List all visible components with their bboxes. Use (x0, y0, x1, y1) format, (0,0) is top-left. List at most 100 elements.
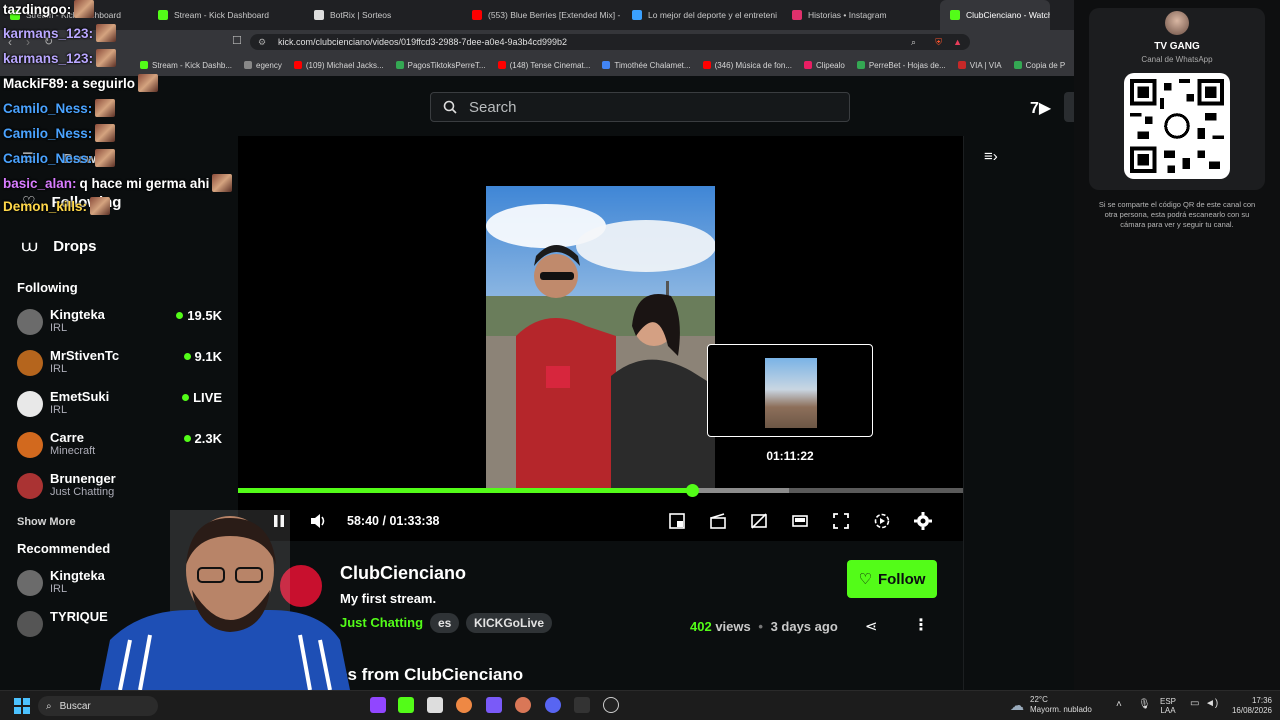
seek-preview (707, 344, 873, 437)
bookmark-item[interactable]: PagosTiktoksPerreT... (395, 60, 486, 70)
channel-category: IRL (50, 404, 68, 416)
browse-icon: ☰ (22, 150, 34, 165)
share-icon[interactable]: ⋖ (865, 617, 878, 635)
bookmark-item[interactable]: (148) Tense Cinemat... (497, 61, 590, 70)
reload-icon[interactable]: ↻ (44, 35, 53, 48)
miniplayer-button[interactable] (666, 510, 688, 532)
channel-avatar (17, 570, 43, 596)
language-indicator[interactable]: ESP LAA (1160, 697, 1176, 715)
views-label: views (715, 619, 751, 634)
clip-button[interactable] (707, 510, 729, 532)
weather-widget[interactable]: ☁ 22°C Mayorm. nublado (1010, 695, 1092, 715)
bookmark-item[interactable]: Clipealo (803, 61, 845, 70)
bookmarks-bar: Stream - Kick Dashb... egency (109) Michae… (0, 54, 1074, 76)
sidebar-channel[interactable]: MrStivenTc IRL 9.1K (0, 343, 238, 384)
channel-avatar (17, 473, 43, 499)
back-icon[interactable]: ‹ (8, 35, 12, 49)
views-count: 402 (690, 619, 712, 634)
taskbar-app-obs[interactable] (603, 697, 619, 713)
url-input[interactable]: ⚙ kick.com/clubcienciano/videos/019ffcd3… (250, 34, 970, 50)
channel-avatar (17, 432, 43, 458)
network-icon[interactable]: ▭ (1190, 698, 1199, 709)
volume-tray-icon[interactable]: ◄) (1205, 698, 1218, 709)
screen: Stream - Kick Dashboard Stream - Kick Das… (0, 0, 1280, 720)
search-input[interactable]: Search (430, 92, 850, 122)
browser-tab[interactable]: BotRix | Sorteos (304, 0, 462, 30)
taskbar-app-editor[interactable] (486, 697, 502, 713)
brave-shield-icon[interactable]: ⛨ (935, 34, 942, 50)
browser-tab[interactable]: Stream - Kick Dashboard (0, 0, 148, 30)
taskbar-app-kick[interactable] (398, 697, 414, 713)
theater-off-icon (751, 513, 767, 529)
tray-chevron-icon[interactable]: ˄ (1116, 699, 1122, 710)
bookmark-item[interactable]: Copia de P (1013, 61, 1065, 70)
microphone-icon[interactable]: 🎙 (1138, 699, 1151, 710)
nav-drops[interactable]: ⩊ Drops (0, 224, 238, 268)
tab-favicon-icon (158, 10, 168, 20)
video-frame[interactable] (486, 186, 715, 490)
video-player[interactable]: 01:11:22 58:40 / 01:33:38 (238, 136, 963, 541)
bookmark-favicon-icon (244, 61, 253, 69)
bookmark-item[interactable]: (109) Michael Jacks... (293, 61, 384, 70)
settings-button[interactable] (912, 510, 934, 532)
whatsapp-channel-panel: TV GANG Canal de WhatsApp Si se comparte… (1074, 0, 1280, 690)
nav-following[interactable]: ♡ Following (0, 180, 238, 224)
bookmark-item[interactable]: egency (244, 61, 282, 70)
taskbar-app-chrome[interactable] (456, 697, 472, 713)
taskbar-app-discord[interactable] (545, 697, 561, 713)
browser-tab[interactable]: Lo mejor del deporte y el entreteni (622, 0, 782, 30)
rewards-icon[interactable]: ▲ (953, 34, 962, 50)
expand-chat-icon[interactable]: ≡› (984, 148, 998, 165)
browser-tab[interactable]: (553) Blue Berries [Extended Mix] - (462, 0, 622, 30)
taskbar-app-twitch[interactable] (370, 697, 386, 713)
user-menu-button[interactable] (1064, 92, 1074, 122)
seek-bar-handle[interactable] (685, 484, 699, 497)
playback-speed-button[interactable] (871, 510, 893, 532)
bookmark-label: PagosTiktoksPerreT... (407, 60, 486, 70)
fullscreen-button[interactable] (830, 510, 852, 532)
seek-bar[interactable] (238, 484, 963, 497)
bookmark-item[interactable]: PerreBet - Hojas de... (856, 61, 946, 70)
channel-avatar (17, 309, 43, 335)
bookmark-favicon-icon (395, 61, 404, 69)
channel-avatar (17, 350, 43, 376)
sidebar-channel[interactable]: Kingteka IRL 19.5K (0, 302, 238, 343)
search-icon (443, 100, 457, 114)
taskbar-app-terminal[interactable] (574, 697, 590, 713)
tab-label: Historias • Instagram (808, 10, 887, 20)
tab-label: Stream - Kick Dashboard (174, 10, 269, 20)
taskbar-app-claude[interactable] (515, 697, 531, 713)
url-text: kick.com/clubcienciano/videos/019ffcd3-2… (278, 37, 568, 47)
bookmark-item[interactable]: (346) Música de fon... (702, 61, 792, 70)
theater-off-button[interactable] (748, 510, 770, 532)
theater-mode-button[interactable] (789, 510, 811, 532)
tv-app-icon[interactable]: 7▶ (1030, 98, 1051, 118)
more-options-icon[interactable]: ⋮ (913, 615, 929, 635)
nav-browse[interactable]: ☰ Browse (0, 136, 238, 180)
taskbar-app-capcut[interactable] (427, 697, 443, 713)
browser-tab[interactable]: Historias • Instagram (782, 0, 940, 30)
browser-tab[interactable]: Stream - Kick Dashboard (148, 0, 304, 30)
tag-language[interactable]: es (430, 613, 460, 633)
tag-kickgolive[interactable]: KICKGoLive (466, 613, 553, 633)
bookmark-star-icon[interactable]: ☐ (232, 34, 242, 47)
bookmark-favicon-icon (140, 61, 148, 69)
sidebar-channel[interactable]: Brunenger Just Chatting (0, 466, 238, 507)
bookmark-item[interactable]: VIA | VIA (957, 61, 1002, 70)
browser-tab[interactable]: ClubCienciano - Watch (940, 0, 1050, 30)
follow-button[interactable]: ♡ Follow (847, 560, 937, 598)
bookmark-label: Timothée Chalamet... (614, 60, 691, 70)
viewer-count: LIVE (182, 390, 222, 405)
sidebar-channel[interactable]: Carre Minecraft 2.3K (0, 425, 238, 466)
bookmark-item[interactable]: Stream - Kick Dashb... (140, 61, 232, 70)
bookmark-favicon-icon (957, 61, 966, 69)
bookmark-item[interactable]: Timothée Chalamet... (602, 60, 691, 70)
follow-label: Follow (877, 570, 926, 588)
sidebar-channel[interactable]: EmetSuki IRL LIVE (0, 384, 238, 425)
taskbar-clock[interactable]: 17:36 16/08/2026 (1222, 696, 1272, 716)
site-info-icon[interactable]: ⚙ (258, 34, 266, 50)
windows-start-icon[interactable] (14, 698, 30, 714)
taskbar-search[interactable]: ⌕ Buscar (38, 696, 158, 716)
zoom-icon[interactable]: ⌕ (911, 34, 916, 50)
forward-icon[interactable]: › (26, 35, 30, 49)
